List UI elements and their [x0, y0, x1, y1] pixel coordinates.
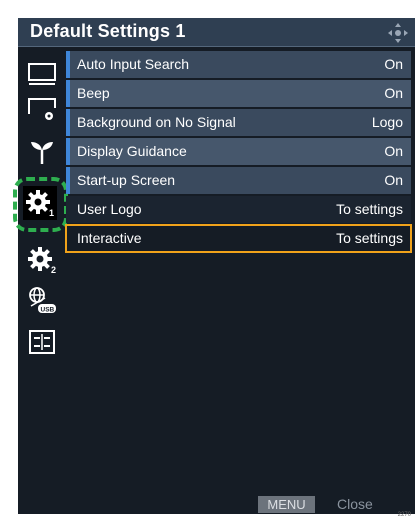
row-accent-bar — [66, 167, 70, 194]
settings-menu-list: Auto Input Search On Beep On Background … — [65, 51, 412, 254]
default-settings-2-icon[interactable]: 2 — [27, 246, 57, 274]
row-value: To settings — [336, 230, 403, 246]
menu-button[interactable]: MENU — [258, 496, 315, 513]
menu-row-beep[interactable]: Beep On — [66, 80, 411, 107]
sidebar: 1 2 USB — [13, 48, 68, 514]
row-accent-bar — [66, 109, 70, 136]
settings-panel: Default Settings 1 1 2 USB Auto Input Se… — [13, 18, 415, 514]
display-icon[interactable] — [27, 61, 57, 89]
row-accent-bar — [66, 80, 70, 107]
footer-bar: MENU Close — [18, 494, 415, 514]
row-accent-bar — [66, 138, 70, 165]
menu-row-user-logo[interactable]: User Logo To settings — [66, 196, 411, 223]
row-label: Display Guidance — [77, 143, 187, 159]
default-settings-1-icon: 1 — [26, 190, 54, 217]
row-value: To settings — [336, 201, 403, 217]
row-label: User Logo — [77, 201, 142, 217]
row-value: On — [384, 56, 403, 72]
menu-row-background-on-no-signal[interactable]: Background on No Signal Logo — [66, 109, 411, 136]
menu-row-start-up-screen[interactable]: Start-up Screen On — [66, 167, 411, 194]
network-usb-icon[interactable]: USB — [27, 286, 57, 314]
menu-row-auto-input-search[interactable]: Auto Input Search On — [66, 51, 411, 78]
row-label: Start-up Screen — [77, 172, 176, 188]
row-value: Logo — [371, 114, 403, 130]
row-value: On — [384, 143, 403, 159]
svg-text:USB: USB — [41, 307, 55, 314]
row-label: Interactive — [77, 230, 142, 246]
close-label: Close — [337, 496, 373, 512]
maintenance-icon[interactable] — [27, 328, 57, 356]
row-label: Auto Input Search — [77, 56, 190, 72]
title-bar: Default Settings 1 — [18, 18, 415, 47]
eco-plant-icon[interactable] — [27, 136, 57, 164]
page-title: Default Settings 1 — [30, 21, 186, 41]
four-way-arrow-icon — [388, 23, 408, 43]
display-settings-icon[interactable] — [27, 96, 57, 124]
figure-code: 2270 — [397, 512, 411, 518]
row-label: Background on No Signal — [77, 114, 236, 130]
row-value: On — [384, 172, 403, 188]
menu-row-interactive[interactable]: Interactive To settings — [65, 224, 412, 253]
menu-row-display-guidance[interactable]: Display Guidance On — [66, 138, 411, 165]
svg-text:2: 2 — [51, 265, 56, 274]
svg-text:1: 1 — [49, 208, 54, 217]
row-value: On — [384, 85, 403, 101]
row-label: Beep — [77, 85, 110, 101]
row-accent-bar — [66, 51, 70, 78]
